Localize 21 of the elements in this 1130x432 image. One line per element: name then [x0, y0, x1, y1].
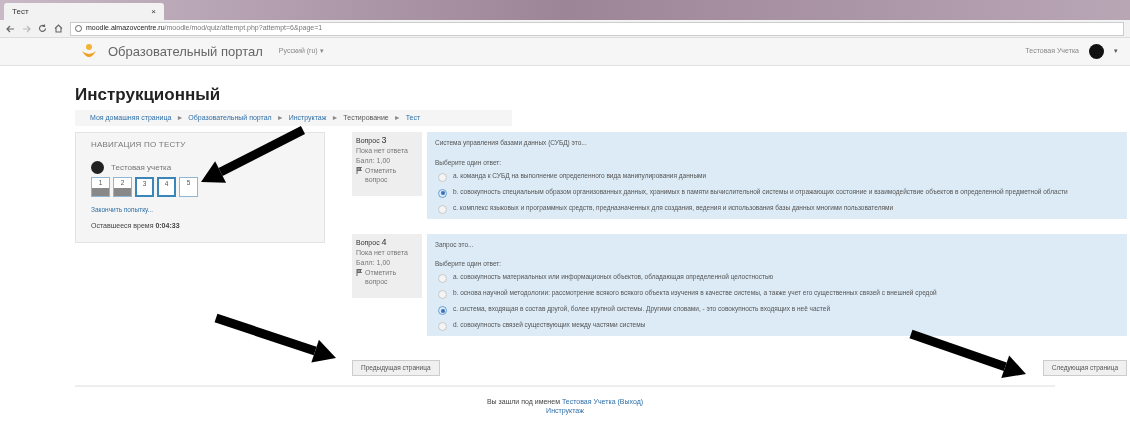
panel-title: НАВИГАЦИЯ ПО ТЕСТУ — [91, 139, 187, 151]
radio-button[interactable] — [438, 322, 447, 331]
radio-button[interactable] — [438, 172, 447, 182]
back-icon[interactable] — [6, 24, 15, 33]
radio-button[interactable] — [438, 306, 447, 315]
avatar-icon[interactable] — [1089, 44, 1104, 59]
tab-close[interactable]: × — [151, 5, 156, 18]
browser-tab[interactable]: Тест × — [4, 3, 164, 20]
radio-button[interactable] — [438, 204, 447, 214]
reload-icon[interactable] — [38, 24, 47, 33]
user-name: Тестовая учетка — [111, 161, 172, 174]
site-name[interactable]: Образовательный портал — [108, 41, 263, 62]
radio-button[interactable] — [438, 188, 447, 198]
tab-title: Тест — [12, 5, 30, 18]
radio-button[interactable] — [438, 274, 447, 283]
avatar-icon — [91, 161, 104, 174]
flag-icon — [356, 167, 362, 174]
flag-icon — [356, 268, 362, 276]
home-icon[interactable] — [54, 24, 63, 33]
radio-button[interactable] — [438, 290, 447, 299]
page-title: Инструкционный — [75, 86, 222, 103]
